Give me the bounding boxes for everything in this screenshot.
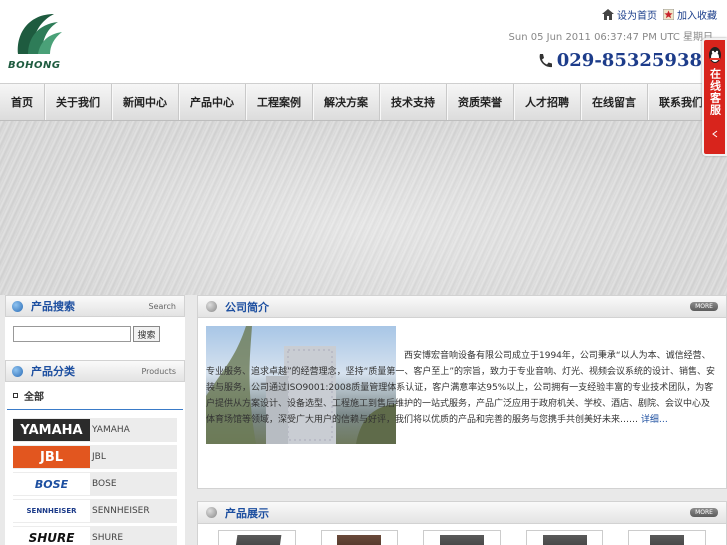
nav-item-jobs[interactable]: 人才招聘 <box>514 84 581 120</box>
phone-number: 029-85325938 <box>537 50 702 71</box>
nav-item-home[interactable]: 首页 <box>0 84 45 120</box>
category-all[interactable]: 全部 <box>7 382 183 410</box>
nav-item-cases[interactable]: 工程案例 <box>246 84 313 120</box>
bullet-circle-icon <box>12 365 23 377</box>
bullet-circle-icon <box>12 300 23 312</box>
yamaha-logo: YAMAHA <box>13 419 90 441</box>
search-panel-title: 产品搜索 <box>31 300 75 313</box>
product-item[interactable] <box>320 530 399 545</box>
products-box: 产品展示 MORE <box>197 501 727 545</box>
top-links: 设为首页 加入收藏 <box>602 7 717 22</box>
about-title: 公司简介 <box>225 300 269 314</box>
product-item[interactable] <box>525 530 604 545</box>
products-header: 产品展示 MORE <box>198 502 726 524</box>
bullet-circle-icon <box>206 301 217 312</box>
jbl-logo: JBL <box>13 446 90 468</box>
banner <box>0 121 727 295</box>
speaker-image <box>439 535 484 545</box>
nav-item-honors[interactable]: 资质荣誉 <box>447 84 514 120</box>
nav-item-news[interactable]: 新闻中心 <box>112 84 179 120</box>
sennheiser-logo: SENNHEISER <box>13 500 90 522</box>
online-service-button[interactable]: 在线客服 <box>702 38 727 156</box>
products-panel-title: 产品分类 <box>31 365 75 378</box>
products-title: 产品展示 <box>225 506 269 520</box>
product-item[interactable] <box>628 530 706 545</box>
shure-logo: SHURE <box>13 527 90 545</box>
nav-item-message[interactable]: 在线留言 <box>581 84 648 120</box>
logo-text: BOHONG <box>8 60 61 71</box>
products-panel-subtitle: Products <box>141 366 176 376</box>
nav-item-solutions[interactable]: 解决方案 <box>313 84 380 120</box>
set-homepage-label: 设为首页 <box>617 11 657 22</box>
home-icon <box>602 9 614 20</box>
set-homepage-link[interactable]: 设为首页 <box>602 7 657 22</box>
products-more-button[interactable]: MORE <box>690 508 718 517</box>
search-form: 搜索 <box>5 317 185 351</box>
speaker-image <box>650 535 685 545</box>
about-more-button[interactable]: MORE <box>690 302 718 311</box>
brand-item-sennheiser[interactable]: SENNHEISER SENNHEISER <box>13 499 177 523</box>
search-panel-subtitle: Search <box>148 301 176 311</box>
date-time: Sun 05 Jun 2011 06:37:47 PM UTC 星期日 <box>508 32 713 43</box>
square-bullet-icon <box>13 393 18 398</box>
star-icon <box>663 9 674 20</box>
main-nav: 首页 关于我们 新闻中心 产品中心 工程案例 解决方案 技术支持 资质荣誉 人才… <box>0 83 727 121</box>
brand-name: YAMAHA <box>92 425 130 435</box>
search-input[interactable] <box>13 326 131 342</box>
category-all-label: 全部 <box>24 392 44 403</box>
about-body: 西安博宏音响设备有限公司成立于1994年，公司秉承“以人为本、诚信经营、专业服务… <box>198 318 726 488</box>
site-header: BOHONG 设为首页 加入收藏 Sun 05 Jun 2011 06:37:4… <box>0 0 727 83</box>
speaker-image <box>542 535 587 545</box>
add-favorite-link[interactable]: 加入收藏 <box>663 7 717 22</box>
brand-name: SHURE <box>92 533 124 543</box>
nav-item-support[interactable]: 技术支持 <box>380 84 447 120</box>
about-header: 公司简介 MORE <box>198 296 726 318</box>
product-item[interactable] <box>423 530 501 545</box>
bullet-circle-icon <box>206 507 217 518</box>
speaker-image <box>232 535 282 545</box>
speaker-image <box>337 535 382 545</box>
online-service-label: 在线客服 <box>708 68 722 116</box>
nav-item-about[interactable]: 关于我们 <box>45 84 112 120</box>
phone-icon <box>539 53 552 67</box>
search-panel-header: 产品搜索 Search <box>5 295 185 317</box>
products-panel-header: 产品分类 Products <box>5 360 185 382</box>
bose-logo: BOSE <box>13 473 90 495</box>
brand-item-jbl[interactable]: JBL JBL <box>13 445 177 469</box>
brand-item-shure[interactable]: SHURE SHURE <box>13 526 177 545</box>
brand-item-yamaha[interactable]: YAMAHA YAMAHA <box>13 418 177 442</box>
about-box: 公司简介 MORE 西安博宏音响设备有限公司成立于1994年，公司秉承“以人为本… <box>197 295 727 489</box>
sidebar: 产品搜索 Search 搜索 产品分类 Products 全部 YAMAHA Y… <box>5 295 185 545</box>
brand-list: YAMAHA YAMAHA JBL JBL BOSE BOSE SENNHEIS… <box>5 410 185 545</box>
product-list <box>198 524 726 545</box>
brand-name: SENNHEISER <box>92 506 150 516</box>
main-content: 公司简介 MORE 西安博宏音响设备有限公司成立于1994年，公司秉承“以人为本… <box>197 295 727 545</box>
brand-item-bose[interactable]: BOSE BOSE <box>13 472 177 496</box>
qq-penguin-icon <box>708 47 721 63</box>
brand-name: JBL <box>92 452 106 462</box>
about-paragraph: 西安博宏音响设备有限公司成立于1994年，公司秉承“以人为本、诚信经营、专业服务… <box>206 351 715 425</box>
nav-item-products[interactable]: 产品中心 <box>179 84 246 120</box>
search-button[interactable]: 搜索 <box>133 326 160 342</box>
brand-name: BOSE <box>92 479 117 489</box>
add-favorite-label: 加入收藏 <box>677 11 717 22</box>
about-text: 西安博宏音响设备有限公司成立于1994年，公司秉承“以人为本、诚信经营、专业服务… <box>206 348 718 428</box>
chevron-left-icon <box>711 130 717 138</box>
about-more-link[interactable]: 详细… <box>641 415 668 425</box>
phone-number-text: 029-85325938 <box>556 50 702 71</box>
product-item[interactable] <box>218 530 296 545</box>
